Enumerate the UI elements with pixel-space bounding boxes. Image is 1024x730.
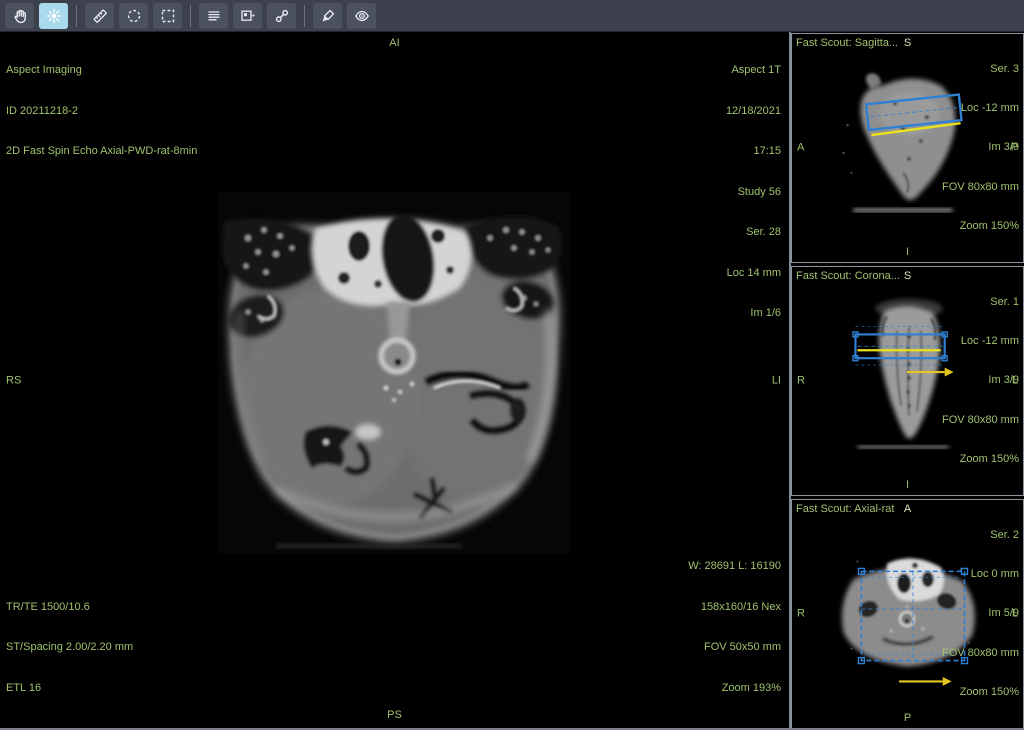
orientation-marker-right: L xyxy=(1012,608,1018,621)
ellipse-roi-button[interactable] xyxy=(119,3,148,29)
scout-panel-axial[interactable]: Fast Scout: Axial-rat A Ser. 2 Loc 0 mm … xyxy=(791,499,1024,729)
zoom-label: Zoom 150% xyxy=(942,220,1019,233)
scout-panel-coronal[interactable]: Fast Scout: Corona... S Ser. 1 Loc -12 m… xyxy=(791,266,1024,496)
scout-title: Fast Scout: Axial-rat xyxy=(796,503,894,516)
scout-title: Fast Scout: Sagitta... xyxy=(796,37,898,50)
eye-icon xyxy=(354,8,370,24)
series-label: Ser. 3 xyxy=(961,63,1019,76)
orientation-marker-right: L xyxy=(1012,375,1018,388)
annotations-button[interactable] xyxy=(199,3,228,29)
scout-panel-sagittal[interactable]: Fast Scout: Sagitta... S Ser. 3 Loc -12 … xyxy=(791,33,1024,263)
orientation-marker-bottom: I xyxy=(906,246,909,259)
study-label: Study 56 xyxy=(726,186,781,200)
brightness-icon xyxy=(46,8,62,24)
loc-label: Loc 0 mm xyxy=(971,568,1019,581)
series-label: Ser. 28 xyxy=(726,226,781,240)
acquisition-info-bottom-left: TR/TE 1500/10.6 ST/Spacing 2.00/2.20 mm … xyxy=(6,574,133,723)
window-level-button[interactable] xyxy=(39,3,68,29)
toolbar-separator xyxy=(76,5,77,27)
scout-title: Fast Scout: Corona... xyxy=(796,270,900,283)
loc-label: Loc 14 mm xyxy=(726,267,781,281)
matrix-label: 158x160/16 Nex xyxy=(688,601,781,615)
fov-zoom-info: FOV 80x80 mm Zoom 150% xyxy=(942,155,1019,259)
fov-label: FOV 80x80 mm xyxy=(942,414,1019,427)
ruler-icon xyxy=(92,8,108,24)
series-label: Ser. 1 xyxy=(961,296,1019,309)
orientation-marker-top: S xyxy=(904,37,911,50)
zoom-label: Zoom 150% xyxy=(942,453,1019,466)
loc-label: Loc -12 mm xyxy=(961,102,1019,115)
im-label: Im 1/6 xyxy=(726,307,781,321)
toolbar xyxy=(0,0,1024,32)
zoom-label: Zoom 193% xyxy=(688,682,781,696)
spacing-label: ST/Spacing 2.00/2.20 mm xyxy=(6,641,133,655)
fov-label: FOV 80x80 mm xyxy=(942,181,1019,194)
fov-label: FOV 50x50 mm xyxy=(688,641,781,655)
trte-label: TR/TE 1500/10.6 xyxy=(6,601,133,615)
fov-label: FOV 80x80 mm xyxy=(942,647,1019,660)
orientation-marker-left: R xyxy=(797,608,805,621)
im-label: Im 3/9 xyxy=(961,374,1019,387)
zoom-label: Zoom 150% xyxy=(942,686,1019,699)
loc-label: Loc -12 mm xyxy=(961,335,1019,348)
orientation-marker-top: S xyxy=(904,270,911,283)
toolbar-separator xyxy=(190,5,191,27)
orientation-marker-bottom: P xyxy=(904,712,911,725)
measure-ruler-button[interactable] xyxy=(85,3,114,29)
main-viewport[interactable]: Aspect Imaging ID 20211218-2 2D Fast Spi… xyxy=(0,32,789,730)
study-info-top-right: Aspect 1T 12/18/2021 17:15 Study 56 Ser.… xyxy=(726,37,781,348)
pan-tool-button[interactable] xyxy=(5,3,34,29)
orientation-marker-left: R xyxy=(797,375,805,388)
toolbar-separator xyxy=(304,5,305,27)
link-series-button[interactable] xyxy=(267,3,296,29)
orientation-marker-top: A xyxy=(904,503,911,516)
orientation-marker-right: P xyxy=(1011,142,1018,155)
link-icon xyxy=(274,8,290,24)
vendor-label: Aspect Imaging xyxy=(6,64,197,78)
time-label: 17:15 xyxy=(726,145,781,159)
fov-zoom-info: FOV 80x80 mm Zoom 150% xyxy=(942,388,1019,492)
rectangle-roi-button[interactable] xyxy=(153,3,182,29)
study-info-top-left: Aspect Imaging ID 20211218-2 2D Fast Spi… xyxy=(6,37,197,186)
display-info-bottom-right: W: 28691 L: 16190 158x160/16 Nex FOV 50x… xyxy=(688,533,781,722)
etl-label: ETL 16 xyxy=(6,682,133,696)
orientation-marker-left: RS xyxy=(6,374,21,388)
window-level-label: W: 28691 L: 16190 xyxy=(688,560,781,574)
orientation-marker-top: AI xyxy=(389,37,399,51)
date-label: 12/18/2021 xyxy=(726,105,781,119)
axial-mri-image xyxy=(218,192,570,554)
fov-zoom-info: FOV 80x80 mm Zoom 150% xyxy=(942,621,1019,725)
ellipse-roi-icon xyxy=(126,8,142,24)
visibility-button[interactable] xyxy=(347,3,376,29)
orientation-marker-left: A xyxy=(797,142,804,155)
sequence-label: 2D Fast Spin Echo Axial-PWD-rat-8min xyxy=(6,145,197,159)
orientation-marker-right: LI xyxy=(772,374,781,388)
scanner-label: Aspect 1T xyxy=(726,64,781,78)
rectangle-roi-icon xyxy=(160,8,176,24)
brush-icon xyxy=(320,8,336,24)
layout-dropdown-icon xyxy=(240,8,256,24)
orientation-marker-bottom: PS xyxy=(387,709,402,723)
orientation-marker-bottom: I xyxy=(906,479,909,492)
series-label: Ser. 2 xyxy=(971,529,1019,542)
hand-icon xyxy=(12,8,28,24)
layout-button[interactable] xyxy=(233,3,262,29)
mri-viewer-window: Aspect Imaging ID 20211218-2 2D Fast Spi… xyxy=(0,0,1024,730)
patient-id-label: ID 20211218-2 xyxy=(6,105,197,119)
brush-button[interactable] xyxy=(313,3,342,29)
text-lines-icon xyxy=(206,8,222,24)
